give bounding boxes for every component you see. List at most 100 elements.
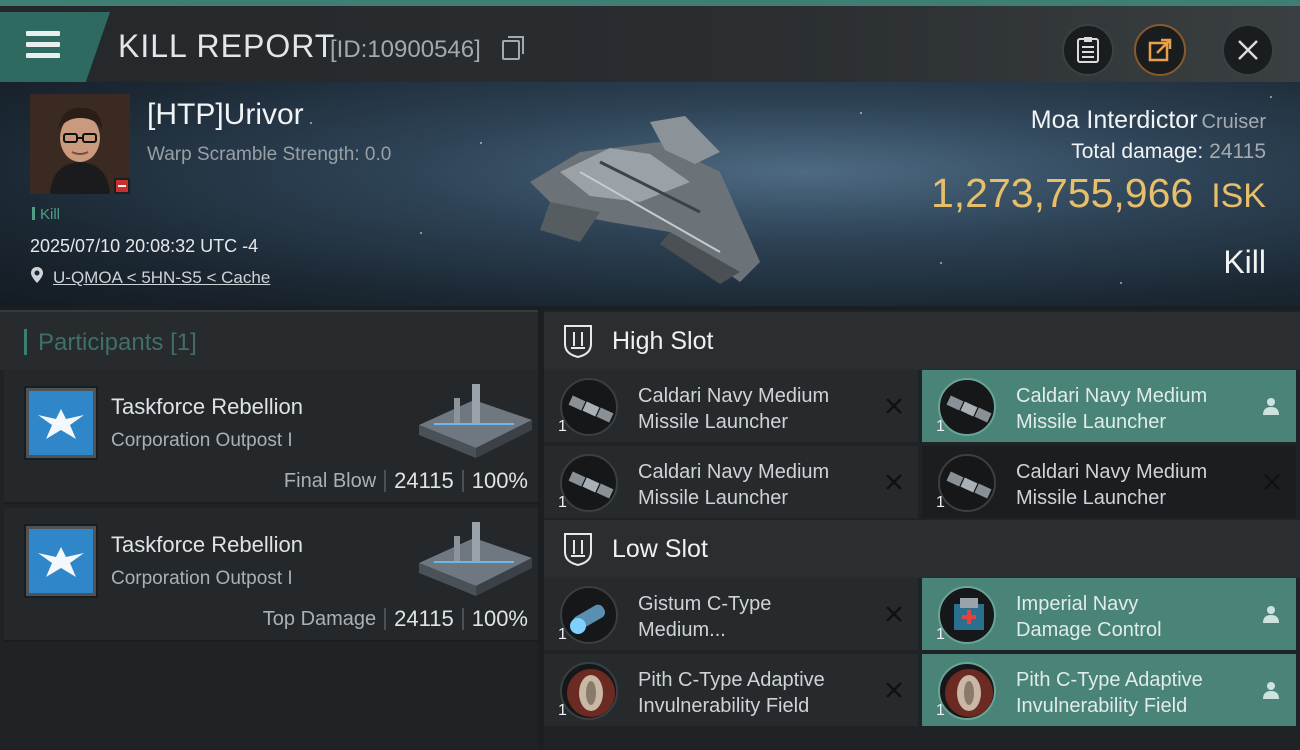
corp-logo-icon xyxy=(26,388,96,458)
missile-launcher-icon xyxy=(560,454,618,512)
destroyed-icon xyxy=(886,398,902,414)
ship-class: Cruiser xyxy=(1201,111,1266,133)
isk-unit: ISK xyxy=(1211,177,1266,215)
module-name-line1: Caldari Navy Medium xyxy=(1016,461,1208,483)
destroyed-icon xyxy=(886,682,902,698)
module-name: Caldari Navy Medium Missile Launcher xyxy=(1016,459,1236,511)
invulnerability-field-icon xyxy=(560,662,618,720)
participant-percent: 100% xyxy=(471,468,528,493)
menu-icon xyxy=(26,31,60,58)
total-damage-value: 24115 xyxy=(1209,140,1266,163)
module-name-line2: Damage Control xyxy=(1016,619,1162,641)
participant-role: Top Damage xyxy=(262,607,377,630)
damage-control-icon xyxy=(938,586,996,644)
person-icon xyxy=(1263,398,1279,415)
module-name-line1: Gistum C-Type xyxy=(638,593,772,615)
clipboard-icon xyxy=(1077,37,1099,63)
destroyed-icon xyxy=(1264,474,1280,490)
missile-launcher-icon xyxy=(560,378,618,436)
participant-damage: 24115 xyxy=(394,606,454,631)
module-item[interactable]: 1 Pith C-Type Adaptive Invulnerability Fi… xyxy=(544,654,918,726)
module-name: Caldari Navy Medium Missile Launcher xyxy=(638,383,858,435)
module-item[interactable]: 1 Caldari Navy Medium Missile Launcher xyxy=(544,446,918,518)
isk-value: 1,273,755,966 ISK xyxy=(931,170,1266,217)
module-qty: 1 xyxy=(558,626,567,643)
participant-card[interactable]: Taskforce Rebellion Corporation Outpost … xyxy=(4,508,538,642)
high-slot-icon xyxy=(564,325,592,358)
participant-stats: Final Blow 24115 100% xyxy=(284,468,528,494)
module-name-line2: Medium... xyxy=(638,619,726,641)
participants-header: Participants [1] xyxy=(0,310,538,370)
pilot-avatar[interactable] xyxy=(30,94,130,194)
module-name-line2: Invulnerability Field xyxy=(638,695,810,717)
clipboard-button[interactable] xyxy=(1062,24,1114,76)
close-button[interactable] xyxy=(1222,24,1274,76)
module-name-line1: Caldari Navy Medium xyxy=(638,385,830,407)
corp-logo-icon xyxy=(26,526,96,596)
person-icon xyxy=(1263,606,1279,623)
module-name-line2: Missile Launcher xyxy=(638,411,789,433)
low-slot-header: Low Slot xyxy=(544,520,1300,578)
total-damage-label: Total damage: xyxy=(1071,140,1204,163)
low-slot-icon xyxy=(564,533,592,566)
total-damage: Total damage: 24115 xyxy=(1071,140,1266,164)
location-pin-icon xyxy=(31,267,43,283)
module-name-line1: Caldari Navy Medium xyxy=(638,461,830,483)
result-label: Kill xyxy=(1223,244,1266,280)
copy-icon[interactable] xyxy=(502,36,524,60)
share-button[interactable] xyxy=(1134,24,1186,76)
module-name-line1: Caldari Navy Medium xyxy=(1016,385,1208,407)
participants-count: [1] xyxy=(170,329,197,356)
missile-launcher-icon xyxy=(938,378,996,436)
participant-type: Corporation Outpost I xyxy=(111,568,293,589)
isk-amount: 1,273,755,966 xyxy=(930,170,1194,216)
module-item[interactable]: 1 Pith C-Type Adaptive Invulnerability Fi… xyxy=(922,654,1296,726)
participant-type: Corporation Outpost I xyxy=(111,430,293,451)
module-qty: 1 xyxy=(936,494,945,511)
shield-booster-icon xyxy=(560,586,618,644)
menu-button[interactable] xyxy=(0,12,110,82)
module-name: Caldari Navy Medium Missile Launcher xyxy=(1016,383,1236,435)
module-item[interactable]: 1 Caldari Navy Medium Missile Launcher xyxy=(544,370,918,442)
module-qty: 1 xyxy=(936,418,945,435)
module-name: Gistum C-Type Medium... xyxy=(638,591,858,643)
participants-title: Participants xyxy=(38,329,164,356)
participant-name: Taskforce Rebellion xyxy=(111,532,303,557)
module-name-line2: Missile Launcher xyxy=(638,487,789,509)
person-icon xyxy=(1263,682,1279,699)
participant-role: Final Blow xyxy=(283,469,377,492)
module-item[interactable]: 1 Caldari Navy Medium Missile Launcher xyxy=(922,370,1296,442)
pilot-name[interactable]: [HTP]Urivor xyxy=(147,98,304,132)
missile-launcher-icon xyxy=(938,454,996,512)
destroyed-icon xyxy=(886,474,902,490)
module-item[interactable]: 1 Caldari Navy Medium Missile Launcher xyxy=(922,446,1296,518)
high-slot-header: High Slot xyxy=(544,312,1300,370)
share-icon xyxy=(1148,38,1172,62)
ship-name[interactable]: Moa Interdictor Cruiser xyxy=(1031,106,1266,135)
participants-panel: Participants [1] Taskforce Rebellion Cor… xyxy=(0,310,538,750)
module-name: Imperial Navy Damage Control xyxy=(1016,591,1236,643)
report-id: [ID:10900546] xyxy=(330,36,481,63)
structure-image xyxy=(419,384,532,458)
high-slot-label: High Slot xyxy=(612,327,714,355)
structure-image xyxy=(419,522,532,596)
module-name-line1: Pith C-Type Adaptive xyxy=(638,669,825,691)
participant-percent: 100% xyxy=(471,606,528,631)
module-qty: 1 xyxy=(936,626,945,643)
module-name: Pith C-Type Adaptive Invulnerability Fiel… xyxy=(638,667,858,719)
top-bar: KILL REPORT [ID:10900546] xyxy=(0,0,1300,82)
participant-name: Taskforce Rebellion xyxy=(111,394,303,419)
ship-name-text: Moa Interdictor xyxy=(1030,106,1198,134)
module-item[interactable]: 1 Imperial Navy Damage Control xyxy=(922,578,1296,650)
module-name-line1: Pith C-Type Adaptive xyxy=(1016,669,1203,691)
participant-card[interactable]: Taskforce Rebellion Corporation Outpost … xyxy=(4,370,538,504)
module-qty: 1 xyxy=(558,702,567,719)
location-link[interactable]: U-QMOA < 5HN-S5 < Cache xyxy=(53,268,270,288)
page-title: KILL REPORT xyxy=(118,28,336,64)
participant-damage: 24115 xyxy=(394,468,454,493)
module-item[interactable]: 1 Gistum C-Type Medium... xyxy=(544,578,918,650)
module-name-line1: Imperial Navy xyxy=(1016,593,1139,615)
kill-datetime: 2025/07/10 20:08:32 UTC -4 xyxy=(30,236,259,256)
destroyed-icon xyxy=(886,606,902,622)
participant-stats: Top Damage 24115 100% xyxy=(263,606,528,632)
